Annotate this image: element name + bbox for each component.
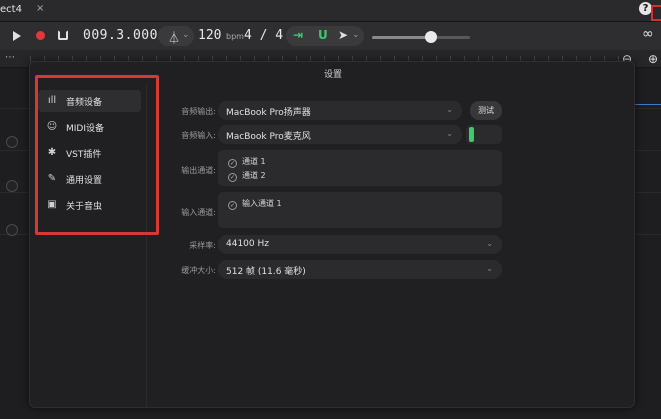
audio-output-value: MacBook Pro扬声器 xyxy=(226,108,311,118)
buffer-size-label: 缓冲大小: xyxy=(181,266,216,275)
zoom-slider-fill xyxy=(372,36,431,39)
input-channel-1[interactable]: ✓ 输入通道 1 xyxy=(228,198,282,210)
track-knob[interactable] xyxy=(6,136,18,148)
chevron-down-icon: ⌄ xyxy=(486,239,493,248)
loop-icon[interactable] xyxy=(58,30,68,40)
time-signature[interactable]: 4 / 4 xyxy=(244,28,283,43)
input-channel-label: 输入通道 1 xyxy=(242,199,282,208)
buffer-size-value: 512 帧 (11.6 毫秒) xyxy=(226,267,306,277)
snap-align-icon[interactable]: ⇥ xyxy=(293,28,303,42)
sample-rate-select[interactable]: 44100 Hz ⌄ xyxy=(218,235,502,254)
track-knob[interactable] xyxy=(6,180,18,192)
buffer-size-select[interactable]: 512 帧 (11.6 毫秒) ⌄ xyxy=(218,260,502,279)
output-channel-1[interactable]: ✓ 通道 1 xyxy=(228,156,266,168)
tab-bar: ect4 × ? xyxy=(0,0,661,22)
audio-input-value: MacBook Pro麦克风 xyxy=(226,132,311,142)
sample-rate-value: 44100 Hz xyxy=(226,239,269,249)
magnet-icon[interactable]: U xyxy=(318,28,328,42)
tab-close-icon[interactable]: × xyxy=(36,3,44,14)
output-channels-label: 输出通道: xyxy=(181,166,216,175)
check-circle-icon: ✓ xyxy=(228,159,237,168)
record-icon[interactable] xyxy=(36,31,45,40)
audio-input-label: 音频输入: xyxy=(181,131,216,140)
input-level-fill xyxy=(469,127,474,142)
daw-window: ect4 × ? 009.3.000 ⏃ ⌄ 120 bpm 4 / 4 ⇥ U… xyxy=(0,0,661,419)
project-tab[interactable]: ect4 xyxy=(0,4,22,15)
metronome-icon[interactable]: ⏃ xyxy=(168,29,180,46)
transport-bar: 009.3.000 ⏃ ⌄ 120 bpm 4 / 4 ⇥ U ➤ ⌄ ∞ xyxy=(0,22,661,50)
panel-toggle-icon[interactable] xyxy=(651,5,661,21)
track-knob[interactable] xyxy=(6,224,18,236)
tempo-unit: bpm xyxy=(226,32,244,41)
highlight-annotation xyxy=(35,75,159,235)
audio-input-select[interactable]: MacBook Pro麦克风 ⌄ xyxy=(218,125,462,144)
input-channels-label: 输入通道: xyxy=(181,208,216,217)
test-button[interactable]: 测试 xyxy=(470,101,502,120)
more-icon[interactable]: ⋯ xyxy=(5,52,15,63)
pointer-icon[interactable]: ➤ xyxy=(338,28,348,42)
play-icon[interactable] xyxy=(13,31,21,41)
input-level-meter xyxy=(466,125,502,144)
chevron-down-icon[interactable]: ⌄ xyxy=(352,30,360,40)
input-channels-box: ✓ 输入通道 1 xyxy=(218,192,502,228)
zoom-in-icon[interactable]: ⊕ xyxy=(648,52,658,66)
output-channel-label: 通道 1 xyxy=(242,157,266,166)
output-channel-label: 通道 2 xyxy=(242,171,266,180)
chevron-down-icon: ⌄ xyxy=(486,264,493,273)
audio-output-label: 音频输出: xyxy=(181,107,216,116)
output-channel-2[interactable]: ✓ 通道 2 xyxy=(228,170,266,182)
chevron-down-icon: ⌄ xyxy=(446,105,453,114)
check-circle-icon: ✓ xyxy=(228,201,237,210)
chevron-down-icon[interactable]: ⌄ xyxy=(182,30,190,40)
infinity-icon[interactable]: ∞ xyxy=(642,26,654,42)
sample-rate-label: 采样率: xyxy=(189,241,216,250)
check-circle-icon: ✓ xyxy=(228,173,237,182)
chevron-down-icon: ⌄ xyxy=(446,129,453,138)
tempo-value[interactable]: 120 xyxy=(198,28,221,43)
position-display: 009.3.000 xyxy=(83,28,158,43)
output-channels-box: ✓ 通道 1 ✓ 通道 2 xyxy=(218,150,502,186)
audio-output-select[interactable]: MacBook Pro扬声器 ⌄ xyxy=(218,101,462,120)
zoom-slider-thumb[interactable] xyxy=(424,31,437,43)
